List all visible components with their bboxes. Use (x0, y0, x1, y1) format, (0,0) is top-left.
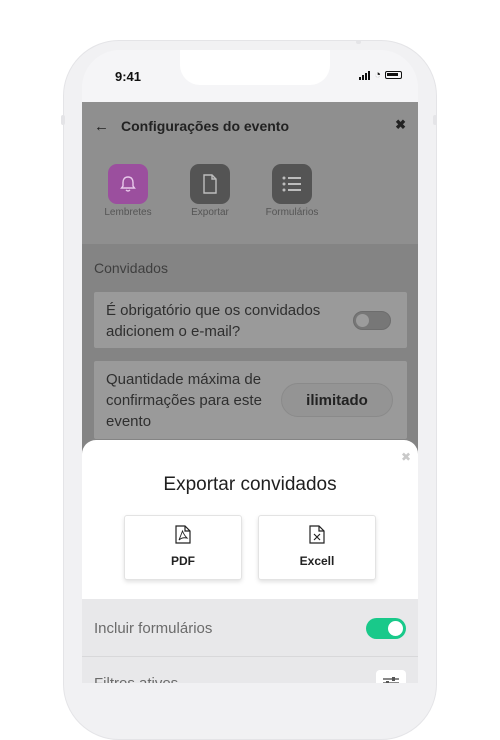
page-title: Configurações do evento (121, 118, 290, 134)
email-required-toggle[interactable] (353, 311, 391, 330)
export-button-label: Excell (299, 554, 335, 568)
include-forms-toggle[interactable] (366, 617, 406, 639)
sheet-title: Exportar convidados (163, 474, 337, 495)
section-title: Convidados (94, 260, 168, 276)
export-pdf-button[interactable]: PDF (124, 515, 242, 580)
phone-notch (180, 50, 330, 85)
max-confirmations-setting: Quantidade máxima de confirmações para e… (94, 361, 407, 439)
tab-label: Exportar (191, 207, 229, 218)
setting-label: É obrigatório que os convidados adicione… (106, 302, 321, 340)
list-icon (272, 164, 312, 204)
max-confirmations-value[interactable]: ilimitado (281, 383, 393, 417)
tab-formularios[interactable]: Formulários (251, 164, 333, 218)
tab-exportar[interactable]: Exportar (169, 164, 251, 218)
active-filters-option: Filtros ativos (94, 663, 406, 683)
email-required-setting: É obrigatório que os convidados adicione… (94, 292, 407, 348)
option-label: Incluir formulários (94, 619, 213, 637)
phone-side-button (356, 40, 361, 44)
filters-button[interactable] (376, 670, 406, 683)
phone-side-button (61, 115, 65, 125)
document-icon (190, 164, 230, 204)
bell-icon (108, 164, 148, 204)
export-options: Incluir formulários Filtros ativos (82, 599, 418, 683)
battery-icon (385, 71, 402, 79)
header: ← Configurações do evento (82, 102, 418, 150)
phone-side-button (433, 115, 437, 125)
close-icon[interactable]: ✖ (401, 450, 411, 464)
include-forms-option: Incluir formulários (94, 608, 406, 648)
tab-label: Formulários (265, 207, 319, 218)
excel-file-icon (309, 525, 325, 544)
status-icons: ◔ (359, 69, 402, 81)
setting-label: Quantidade máxima de confirmações para e… (106, 371, 262, 430)
arrow-left-icon[interactable]: ← (94, 118, 109, 135)
export-excel-button[interactable]: Excell (258, 515, 376, 580)
tab-lembretes[interactable]: Lembretes (87, 164, 169, 218)
phone-screen: 9:41 ◔ ← Configurações do evento ✖ Lembr… (82, 50, 418, 683)
sliders-icon (383, 677, 399, 683)
settings-tabs: Lembretes Exportar Formulários (82, 164, 418, 234)
export-button-label: PDF (171, 554, 195, 568)
export-bottom-sheet: ✖ Exportar convidados PDF Excell Incluir… (82, 440, 418, 683)
tab-label: Lembretes (104, 207, 152, 218)
close-icon[interactable]: ✖ (395, 117, 406, 133)
wifi-icon: ◔ (374, 69, 381, 81)
pdf-file-icon (175, 525, 191, 544)
signal-icon (359, 70, 371, 80)
divider (82, 656, 418, 657)
status-time: 9:41 (115, 69, 142, 84)
option-label: Filtros ativos (94, 674, 179, 684)
status-bar: 9:41 ◔ (82, 50, 418, 102)
